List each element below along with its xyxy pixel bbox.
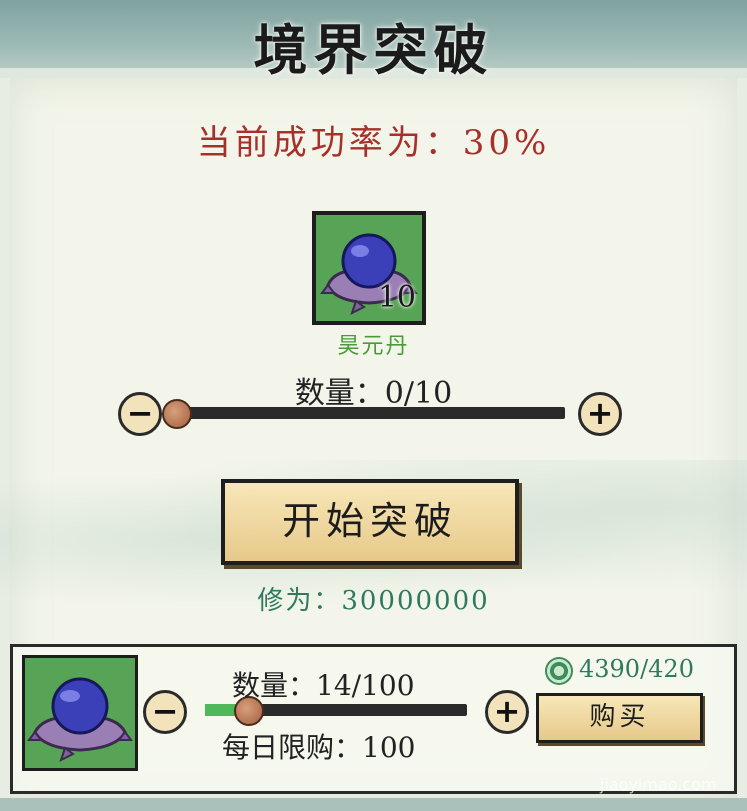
currency-display: 4390/420 (545, 655, 694, 685)
start-breakthrough-button[interactable]: 开始突破 (221, 479, 519, 565)
cultivation-text: 修为：30000000 (257, 586, 490, 616)
pill-item-name: 昊元丹 (337, 334, 410, 359)
currency-amount: 4390/420 (579, 655, 694, 683)
pill-item-count: 10 (377, 280, 416, 315)
purple-orb-on-cushion-icon (27, 677, 133, 762)
shop-item-slot[interactable] (22, 655, 138, 771)
shop-plus-button[interactable]: + (485, 690, 529, 734)
quantity-slider-handle[interactable] (162, 399, 192, 429)
shop-daily-limit-label: 每日限购：100 (222, 731, 416, 764)
footer-band (0, 798, 747, 811)
watermark-text: jiaoyimao.com (600, 775, 717, 794)
success-rate-text: 当前成功率为：30% (196, 123, 551, 163)
buy-button[interactable]: 购买 (536, 693, 703, 743)
shop-quantity-label: 数量：14/100 (232, 669, 415, 702)
quantity-plus-button[interactable]: + (578, 392, 622, 436)
quantity-minus-button[interactable]: − (118, 392, 162, 436)
page-title: 境界突破 (253, 18, 494, 82)
quantity-slider-track[interactable] (170, 407, 565, 419)
quantity-label: 数量：0/10 (294, 376, 453, 411)
pill-item-slot[interactable]: 10 (312, 211, 426, 325)
shop-minus-button[interactable]: − (143, 690, 187, 734)
jade-swirl-icon (545, 656, 573, 685)
